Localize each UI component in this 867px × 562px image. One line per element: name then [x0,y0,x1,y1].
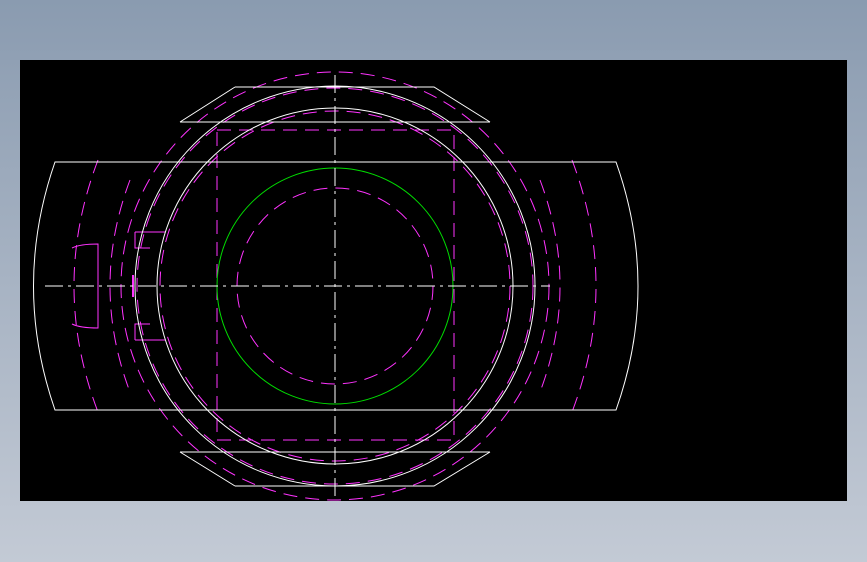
cad-viewport[interactable] [20,60,847,501]
hidden-arc-right-2 [571,159,597,413]
drawing-canvas [33,71,639,501]
center-lines [45,75,550,498]
